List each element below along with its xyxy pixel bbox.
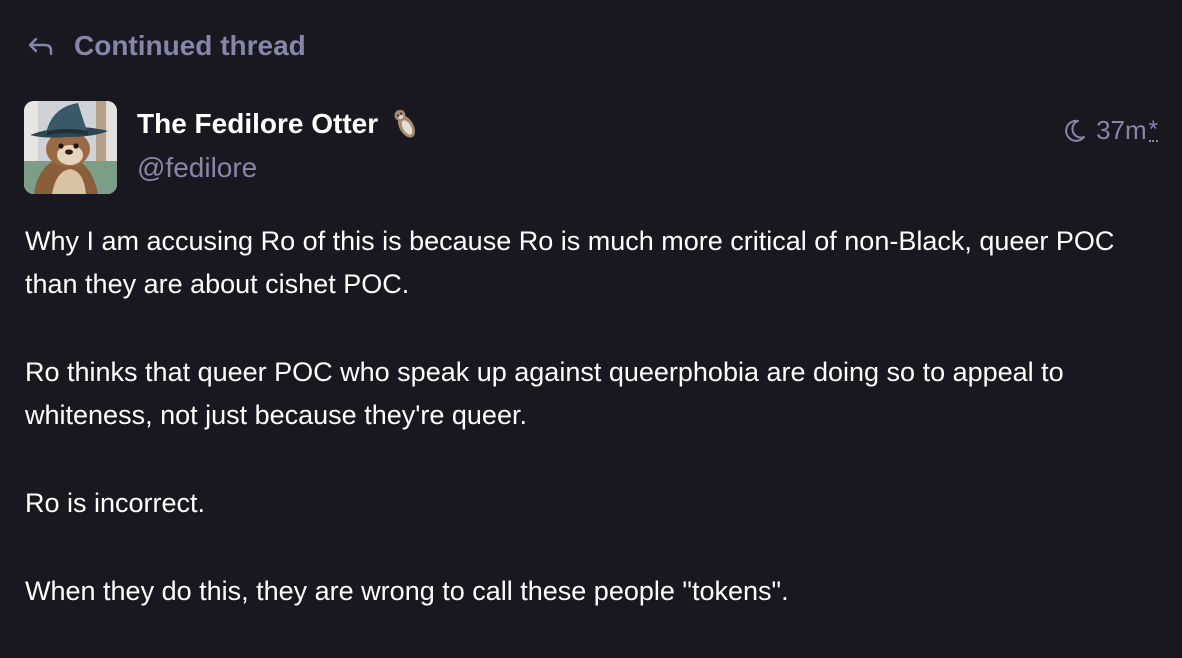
post-content: Why I am accusing Ro of this is because … [25, 220, 1160, 658]
reply-arrow-icon [28, 37, 53, 56]
edited-indicator[interactable]: * [1148, 117, 1158, 142]
post-timestamp[interactable]: 37m * [1064, 115, 1158, 146]
avatar[interactable] [24, 101, 117, 194]
post-paragraph: Ro is incorrect. [25, 488, 206, 518]
post-time: 37m [1096, 115, 1147, 145]
post-paragraph: When they do this, they are wrong to cal… [25, 576, 789, 606]
moon-icon [1065, 119, 1086, 142]
continued-thread-link[interactable]: Continued thread [28, 30, 306, 62]
post-paragraph: Why I am accusing Ro of this is because … [25, 226, 1115, 299]
otter-emoji-icon [394, 109, 416, 138]
otter-avatar-image [24, 101, 117, 194]
author-display-name[interactable]: The Fedilore Otter [137, 108, 378, 140]
continued-thread-label: Continued thread [74, 30, 306, 61]
author-handle[interactable]: @fedilore [137, 152, 257, 184]
post-paragraph: Ro thinks that queer POC who speak up ag… [25, 357, 1064, 430]
